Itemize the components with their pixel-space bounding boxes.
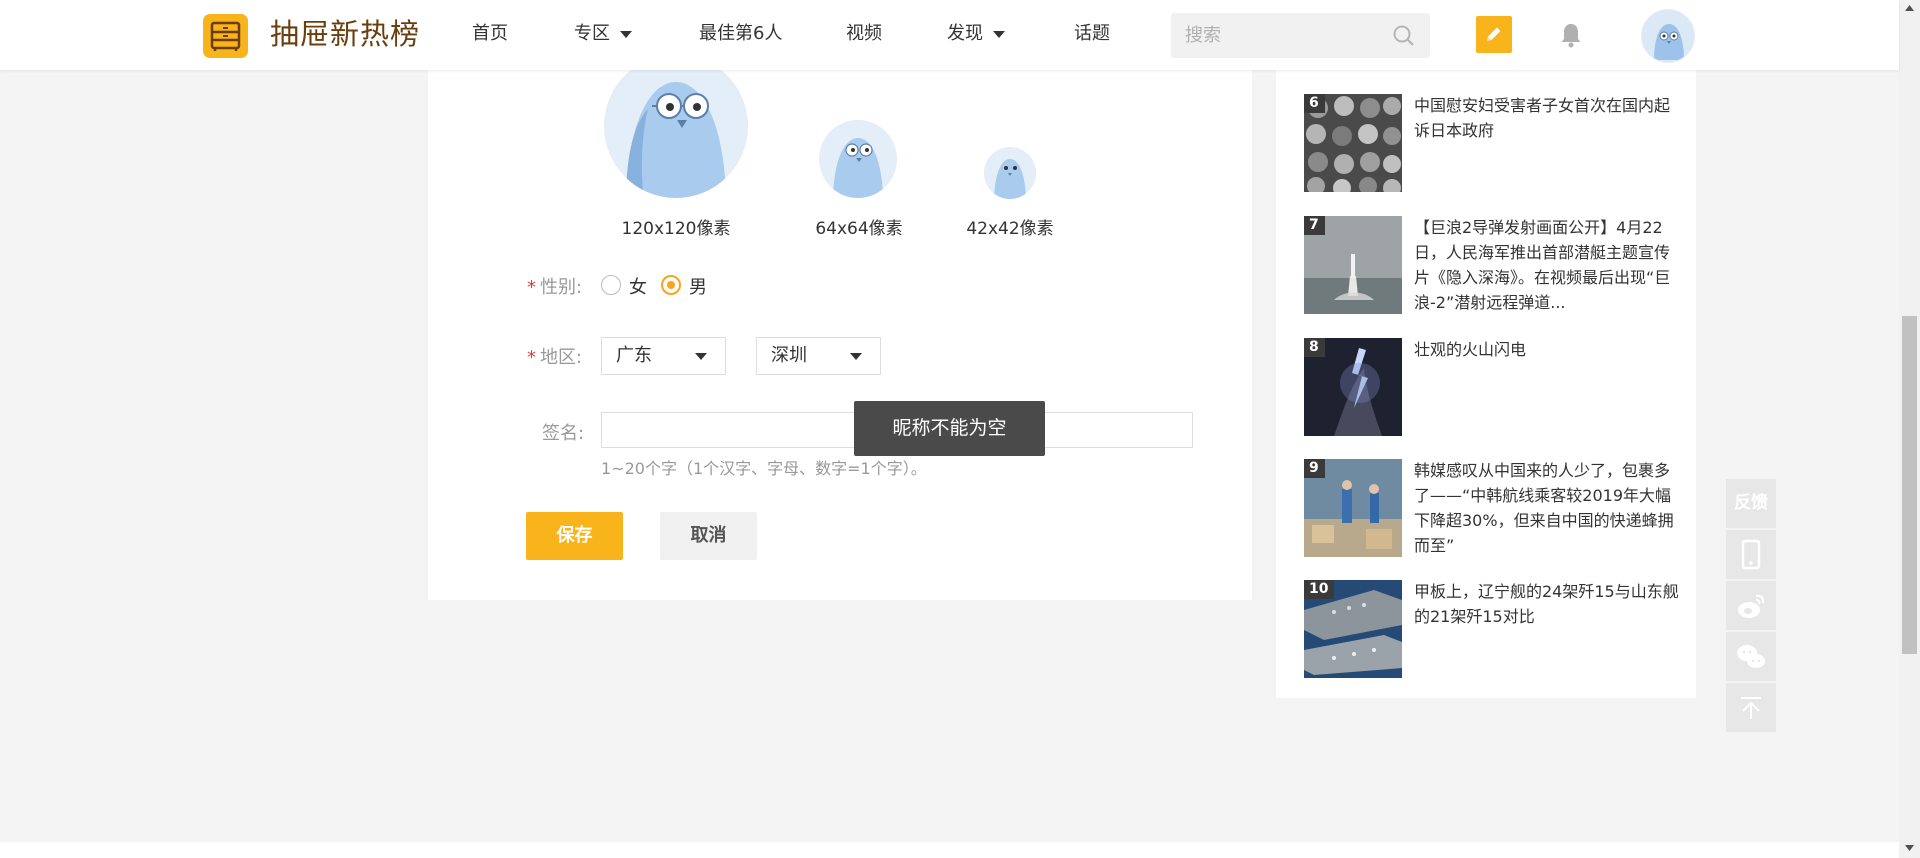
scroll-down-icon[interactable] [1904, 844, 1915, 852]
city-select[interactable]: 深圳 [756, 337, 881, 375]
rank-number: 6 [1304, 94, 1325, 113]
pencil-icon [1487, 27, 1501, 41]
rank-number: 7 [1304, 216, 1325, 235]
ranking-thumbnail[interactable]: 9 [1304, 459, 1402, 557]
feedback-label: 反馈 [1734, 493, 1768, 513]
brand-name[interactable]: 抽屉新热榜 [270, 14, 420, 54]
scrollbar-thumb[interactable] [1902, 316, 1917, 654]
user-avatar[interactable] [1641, 9, 1695, 63]
error-toast: 昵称不能为空 [854, 401, 1045, 456]
ranking-title[interactable]: 中国慰安妇受害者子女首次在国内起诉日本政府 [1414, 93, 1684, 143]
caret-down-icon [620, 30, 632, 38]
avatar-preview-small [984, 147, 1036, 199]
logo-icon[interactable] [203, 14, 248, 58]
nav-home[interactable]: 首页 [472, 0, 508, 70]
search-input[interactable]: 搜索 [1171, 13, 1430, 58]
ranking-thumbnail[interactable]: 6 [1304, 94, 1402, 192]
gender-label-text: 性别: [540, 277, 583, 298]
search-icon[interactable] [1392, 24, 1416, 52]
ranking-title[interactable]: 【巨浪2导弹发射画面公开】4月22日，人民海军推出首部潜艇主题宣传片《隐入深海》… [1414, 215, 1684, 315]
nav-label: 发现 [947, 23, 983, 44]
nav-video[interactable]: 视频 [846, 0, 882, 70]
page-footer-edge [0, 842, 1899, 858]
ranking-title[interactable]: 甲板上，辽宁舰的24架歼15与山东舰的21架歼15对比 [1414, 579, 1684, 629]
search-placeholder: 搜索 [1185, 25, 1221, 46]
save-button[interactable]: 保存 [526, 512, 623, 560]
avatar-preview-large [604, 54, 748, 198]
post-button[interactable] [1476, 16, 1512, 53]
nav-zone[interactable]: 专区 [574, 0, 632, 70]
nav-discover[interactable]: 发现 [947, 0, 1005, 70]
gender-option-female[interactable]: 女 [629, 273, 647, 299]
province-select[interactable]: 广东 [601, 337, 726, 375]
caret-down-icon [695, 353, 707, 360]
required-mark: * [527, 277, 536, 298]
nav-label: 专区 [574, 23, 610, 44]
signature-label: 签名: [542, 423, 585, 444]
avatar-size-label: 64x64像素 [815, 219, 903, 239]
ranking-title[interactable]: 韩媒感叹从中国来的人少了，包裹多了——“中韩航线乘客较2019年大幅下降超30%… [1414, 458, 1684, 558]
avatar-size-label: 42x42像素 [966, 219, 1054, 239]
rank-number: 10 [1304, 580, 1335, 599]
caret-down-icon [993, 30, 1005, 38]
caret-down-icon [850, 353, 862, 360]
ranking-thumbnail[interactable]: 7 [1304, 216, 1402, 314]
avatar-size-label: 120x120像素 [621, 219, 731, 239]
weibo-share-button[interactable] [1726, 581, 1776, 630]
avatar-preview-medium [819, 120, 897, 198]
back-to-top-button[interactable] [1726, 683, 1776, 732]
region-label-text: 地区: [540, 347, 583, 368]
scroll-up-icon[interactable] [1904, 4, 1915, 12]
top-header: 抽屉新热榜 首页 专区 最佳第6人 视频 发现 话题 搜索 [0, 0, 1899, 70]
gender-option-male[interactable]: 男 [689, 273, 707, 299]
city-value: 深圳 [771, 345, 807, 366]
required-mark: * [527, 347, 536, 368]
nav-label: 最佳第6人 [699, 23, 783, 44]
wechat-icon [1737, 645, 1765, 668]
bell-icon[interactable] [1556, 20, 1586, 54]
nav-label: 视频 [846, 23, 882, 44]
nav-best-sixth[interactable]: 最佳第6人 [699, 0, 782, 70]
ranking-thumbnail[interactable]: 10 [1304, 580, 1402, 678]
region-label: * 地区: [527, 343, 582, 369]
nav-topics[interactable]: 话题 [1074, 0, 1110, 70]
ranking-thumbnail[interactable]: 8 [1304, 338, 1402, 436]
rank-number: 8 [1304, 338, 1325, 357]
weibo-icon [1738, 594, 1765, 618]
cancel-button[interactable]: 取消 [660, 512, 757, 560]
gender-radio-male[interactable] [661, 275, 681, 295]
signature-hint: 1~20个字（1个汉字、字母、数字=1个字）。 [601, 459, 927, 478]
mobile-button[interactable] [1726, 530, 1776, 579]
mobile-icon [1741, 539, 1761, 570]
rank-number: 9 [1304, 459, 1325, 478]
gender-radio-female[interactable] [601, 275, 621, 295]
nav-label: 首页 [472, 23, 508, 44]
feedback-button[interactable]: 反馈 [1726, 479, 1776, 528]
province-value: 广东 [616, 345, 652, 366]
nav-label: 话题 [1074, 23, 1110, 44]
gender-label: * 性别: [527, 273, 582, 299]
ranking-title[interactable]: 壮观的火山闪电 [1414, 337, 1684, 362]
wechat-share-button[interactable] [1726, 632, 1776, 681]
arrow-up-icon [1741, 697, 1761, 719]
